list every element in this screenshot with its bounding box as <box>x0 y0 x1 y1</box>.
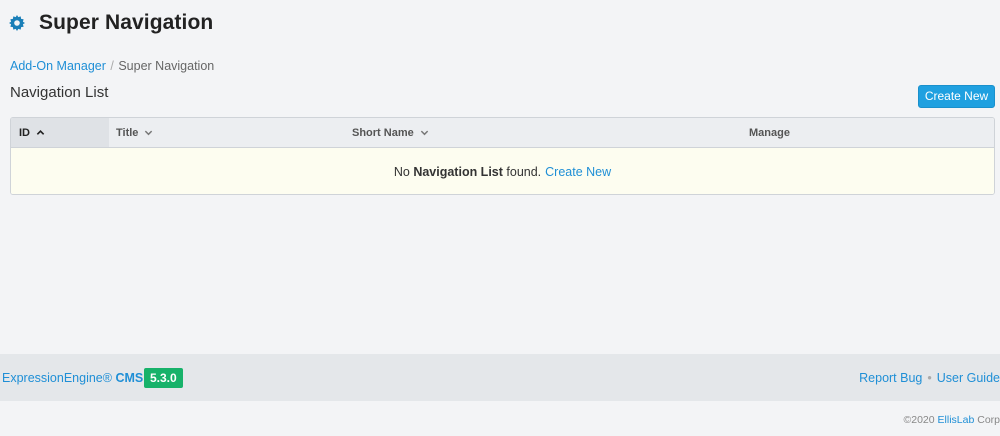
empty-state-entity: Navigation List <box>413 164 503 179</box>
page-header: Super Navigation <box>9 11 213 35</box>
footer: ExpressionEngine® CMS 5.3.0 Report Bug • U… <box>0 354 1000 401</box>
chevron-down-icon <box>420 128 429 137</box>
column-header-label: Manage <box>749 126 790 139</box>
breadcrumb-addon-manager-link[interactable]: Add-On Manager <box>10 59 106 73</box>
navigation-list-table: ID Title Short Name Manage No Navigation… <box>10 117 995 195</box>
column-header-id[interactable]: ID <box>11 118 109 147</box>
column-header-label: Title <box>116 126 139 139</box>
page-title: Super Navigation <box>39 11 214 34</box>
section-title: Navigation List <box>10 84 109 101</box>
empty-state-prefix: No <box>393 164 410 179</box>
copyright-prefix: ©2020 <box>903 414 935 426</box>
chevron-up-icon <box>36 128 45 137</box>
ellislab-link[interactable]: EllisLab <box>938 414 975 426</box>
version-badge: 5.3.0 <box>144 368 183 388</box>
breadcrumb-separator: / <box>110 59 114 73</box>
breadcrumb: Add-On Manager / Super Navigation <box>10 59 214 73</box>
breadcrumb-current: Super Navigation <box>118 59 215 73</box>
chevron-down-icon <box>144 128 153 137</box>
empty-state-row: No Navigation List found. Create New <box>11 148 994 194</box>
report-bug-link[interactable]: Report Bug <box>859 371 922 385</box>
brand-product-bold: CMS <box>115 371 144 385</box>
copyright: ©2020 EllisLab Corp <box>904 414 1000 426</box>
footer-links: Report Bug • User Guide <box>859 371 1000 385</box>
column-header-short-name[interactable]: Short Name <box>352 118 429 147</box>
page: Super Navigation Add-On Manager / Super … <box>0 0 1000 436</box>
copyright-suffix: Corp <box>977 414 1000 426</box>
create-new-button[interactable]: Create New <box>918 85 995 108</box>
empty-state-suffix: found. <box>506 164 542 179</box>
footer-link-separator: • <box>927 371 932 385</box>
user-guide-link[interactable]: User Guide <box>937 371 1000 385</box>
table-header: ID Title Short Name Manage <box>11 118 994 148</box>
brand-product: ExpressionEngine® <box>2 371 112 385</box>
expressionengine-brand[interactable]: ExpressionEngine® CMS <box>2 371 143 385</box>
column-header-manage: Manage <box>749 118 790 147</box>
column-header-label: Short Name <box>352 126 414 139</box>
column-header-title[interactable]: Title <box>116 118 153 147</box>
column-header-label: ID <box>19 126 30 139</box>
gear-icon <box>9 15 25 31</box>
empty-state-create-new-link[interactable]: Create New <box>545 165 611 179</box>
